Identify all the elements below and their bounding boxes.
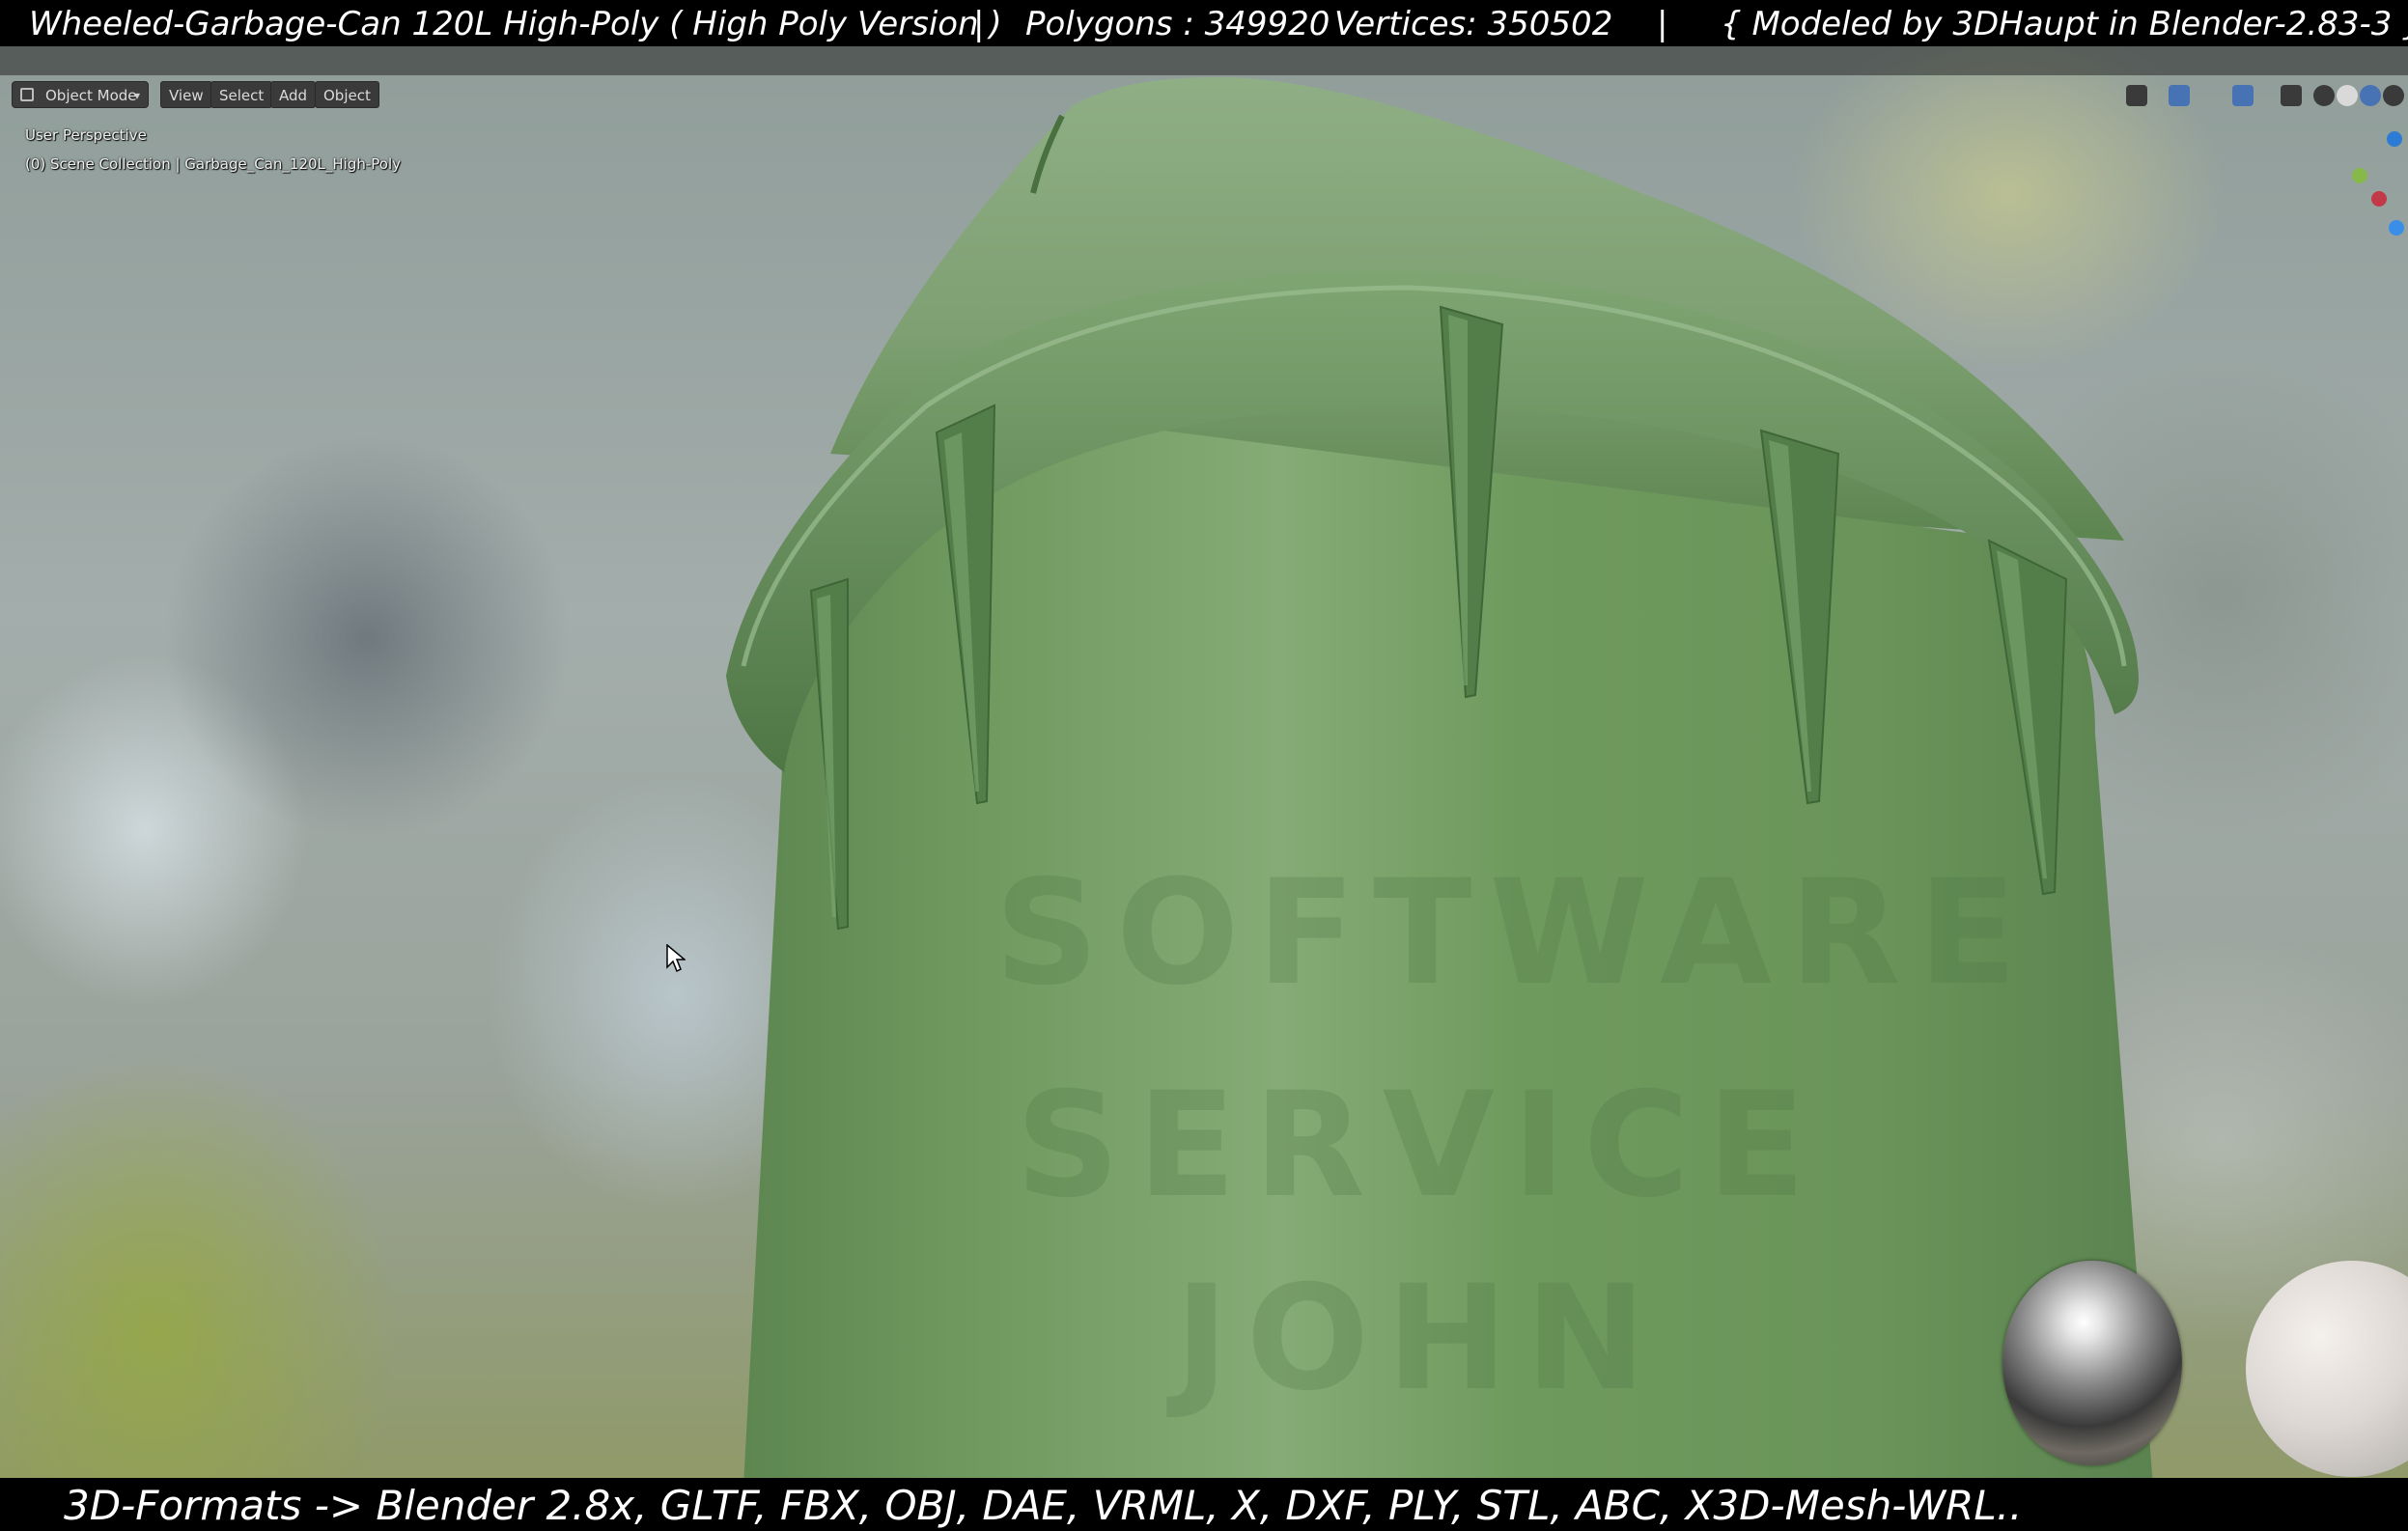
object-mode-dropdown[interactable]: Object Mode ▾ [12, 81, 149, 108]
neg-z-axis-icon[interactable] [2389, 220, 2404, 236]
object-mode-label: Object Mode [45, 87, 137, 104]
watermark-line-2: SERVICE [1015, 1062, 1824, 1230]
hdri-preview-sphere-icon [2002, 1261, 2182, 1465]
perspective-label: User Perspective [25, 126, 147, 144]
material-preview-shading-icon[interactable] [2360, 85, 2381, 106]
modeler-credit: { Modeled by 3DHaupt in Blender-2.83-3 } [1721, 5, 2408, 43]
visibility-icon[interactable] [2126, 85, 2147, 106]
bottom-caption-bar: 3D-Formats -> Blender 2.8x, GLTF, FBX, O… [0, 1478, 2408, 1531]
solid-shading-icon[interactable] [2337, 85, 2358, 106]
top-caption-bar: Wheeled-Garbage-Can 120L High-Poly ( Hig… [0, 0, 2408, 46]
wireframe-shading-icon[interactable] [2313, 85, 2335, 106]
watermark-line-3: JOHN [1174, 1255, 1665, 1423]
chevron-down-icon: ▾ [133, 89, 140, 102]
caption-separator: | [973, 5, 985, 43]
overlay-toggle-icon[interactable] [2232, 85, 2254, 106]
menu-select[interactable]: Select [210, 81, 273, 108]
cursor-icon [666, 944, 686, 973]
x-axis-icon[interactable] [2371, 191, 2387, 207]
menu-add[interactable]: Add [270, 81, 317, 108]
menu-view[interactable]: View [160, 81, 212, 108]
collection-label: (0) Scene Collection | Garbage_Can_120L_… [25, 155, 402, 173]
gizmo-toggle-icon[interactable] [2169, 85, 2190, 106]
watermark-line-1: SOFTWARE [994, 849, 2035, 1017]
formats-list: 3D-Formats -> Blender 2.8x, GLTF, FBX, O… [64, 1482, 2023, 1529]
3d-viewport[interactable]: SOFTWARE SERVICE JOHN Object Mode ▾ View… [0, 0, 2408, 1531]
viewport-header: Object Mode ▾ View Select Add Object [0, 81, 2408, 110]
editor-header-strip [0, 46, 2408, 75]
viewport-shading-controls [2118, 81, 2408, 110]
vertex-count: Vertices: 350502 [1334, 5, 1613, 43]
z-axis-icon[interactable] [2387, 131, 2402, 147]
rendered-shading-icon[interactable] [2383, 85, 2404, 106]
navigation-gizmo-icon[interactable] [2337, 125, 2408, 241]
polygon-count: Polygons : 349920 [1025, 5, 1330, 43]
y-axis-icon[interactable] [2352, 168, 2367, 183]
menu-object[interactable]: Object [315, 81, 379, 108]
cube-icon [20, 88, 34, 101]
caption-separator-2: | [1657, 5, 1668, 43]
model-title: Wheeled-Garbage-Can 120L High-Poly ( Hig… [29, 5, 1002, 43]
xray-toggle-icon[interactable] [2281, 85, 2302, 106]
